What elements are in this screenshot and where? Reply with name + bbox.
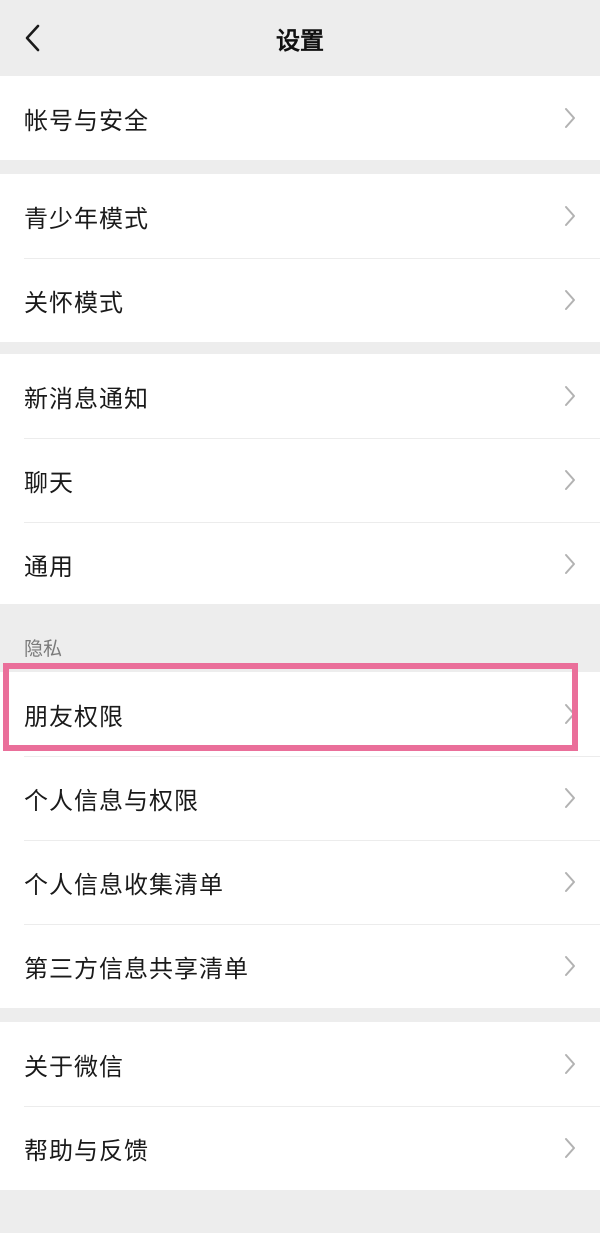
chevron-right-icon xyxy=(564,553,576,575)
settings-group-general: 新消息通知 聊天 通用 xyxy=(0,354,600,606)
settings-item-label: 关于微信 xyxy=(24,1052,124,1081)
settings-item-care-mode[interactable]: 关怀模式 xyxy=(0,258,600,342)
settings-item-chat[interactable]: 聊天 xyxy=(0,438,600,522)
settings-item-youth-mode[interactable]: 青少年模式 xyxy=(0,174,600,258)
settings-item-third-party-sharing[interactable]: 第三方信息共享清单 xyxy=(0,924,600,1008)
section-header-privacy: 隐私 xyxy=(0,604,600,672)
settings-group-privacy: 朋友权限 个人信息与权限 个人信息收集清单 第三方信息共享清单 xyxy=(0,672,600,1008)
chevron-right-icon xyxy=(564,1137,576,1159)
settings-item-label: 个人信息收集清单 xyxy=(24,870,224,899)
settings-item-personal-info-collection[interactable]: 个人信息收集清单 xyxy=(0,840,600,924)
settings-item-label: 关怀模式 xyxy=(24,288,124,317)
settings-item-about-wechat[interactable]: 关于微信 xyxy=(0,1022,600,1106)
page-title: 设置 xyxy=(276,27,324,55)
chevron-right-icon xyxy=(564,1053,576,1075)
settings-item-label: 第三方信息共享清单 xyxy=(24,954,249,983)
navigation-bar: 设置 xyxy=(0,0,600,76)
settings-item-label: 帐号与安全 xyxy=(24,106,149,135)
chevron-right-icon xyxy=(564,871,576,893)
settings-item-account-security[interactable]: 帐号与安全 xyxy=(0,76,600,160)
settings-page: 设置 帐号与安全 青少年模式 关怀模式 新消息通知 聊天 通用 隐私 朋友权限 … xyxy=(0,0,600,1233)
settings-item-label: 青少年模式 xyxy=(24,204,149,233)
settings-item-personal-info-permissions[interactable]: 个人信息与权限 xyxy=(0,756,600,840)
chevron-right-icon xyxy=(564,955,576,977)
chevron-right-icon xyxy=(564,289,576,311)
settings-item-notifications[interactable]: 新消息通知 xyxy=(0,354,600,438)
settings-item-label: 聊天 xyxy=(24,468,74,497)
settings-group-modes: 青少年模式 关怀模式 xyxy=(0,174,600,342)
settings-item-label: 帮助与反馈 xyxy=(24,1136,149,1165)
settings-item-general[interactable]: 通用 xyxy=(0,522,600,606)
settings-item-label: 个人信息与权限 xyxy=(24,786,199,815)
settings-group-account: 帐号与安全 xyxy=(0,76,600,160)
section-label: 隐私 xyxy=(24,638,63,660)
chevron-right-icon xyxy=(564,787,576,809)
chevron-right-icon xyxy=(564,469,576,491)
chevron-right-icon xyxy=(564,205,576,227)
settings-item-label: 朋友权限 xyxy=(24,702,124,731)
settings-item-help-feedback[interactable]: 帮助与反馈 xyxy=(0,1106,600,1190)
settings-item-label: 通用 xyxy=(24,552,74,581)
settings-item-friend-permissions[interactable]: 朋友权限 xyxy=(0,672,600,756)
chevron-right-icon xyxy=(564,385,576,407)
chevron-right-icon xyxy=(564,703,576,725)
chevron-right-icon xyxy=(564,107,576,129)
settings-group-about: 关于微信 帮助与反馈 xyxy=(0,1022,600,1190)
settings-item-label: 新消息通知 xyxy=(24,384,149,413)
